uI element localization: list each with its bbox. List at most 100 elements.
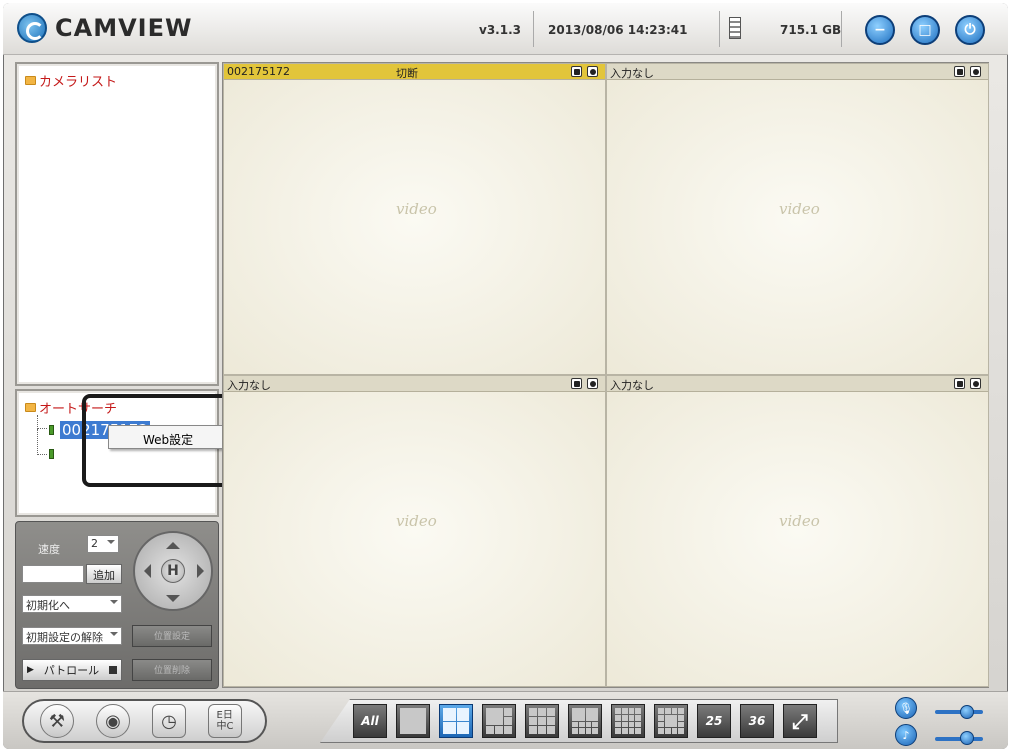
language-button[interactable]: E日 中C	[208, 704, 242, 738]
video-cell-titlebar: 入力なし	[607, 64, 988, 80]
stop-icon	[109, 666, 117, 674]
datetime-label: 2013/08/06 14:23:41	[548, 23, 688, 37]
home-button[interactable]: H	[161, 559, 185, 583]
snapshot-icon[interactable]	[954, 378, 965, 389]
layout-4-icon	[443, 708, 469, 734]
video-watermark: video	[779, 200, 820, 218]
ptz-direction-pad[interactable]: H	[133, 531, 213, 611]
divider	[533, 11, 534, 47]
video-grid: 002175172 切断 video 入力なし video 入力なし video…	[222, 62, 989, 688]
camview-logo-icon	[17, 13, 47, 43]
version-label: v3.1.3	[479, 23, 521, 37]
layout-25-button[interactable]: 25	[697, 704, 731, 738]
preset-reset-value: 初期設定の解除	[26, 631, 103, 644]
camera-device-icon	[49, 425, 54, 435]
arrow-left-icon[interactable]	[137, 564, 151, 578]
video-cell-name: 入力なし	[610, 67, 654, 80]
record-icon[interactable]	[970, 378, 981, 389]
tree-connector	[37, 415, 47, 429]
video-watermark: video	[779, 512, 820, 530]
disk-free-label: 715.1 GB	[780, 23, 842, 37]
power-button[interactable]: ⏻	[955, 15, 985, 45]
app-name: CAMVIEW	[55, 14, 193, 42]
layout-6-icon	[486, 708, 512, 734]
speed-select[interactable]: 2	[87, 535, 119, 553]
microphone-volume-slider[interactable]	[935, 710, 983, 714]
power-icon: ⏻	[964, 22, 976, 38]
folder-icon	[25, 76, 36, 85]
settings-button[interactable]: ⚒	[40, 704, 74, 738]
video-watermark: video	[396, 512, 437, 530]
speed-label: 速度	[38, 543, 60, 556]
set-position-button[interactable]: 位置設定	[132, 625, 212, 647]
layout-all-button[interactable]: All	[353, 704, 387, 738]
play-icon: ▶	[27, 665, 34, 675]
layout-10-icon	[572, 708, 598, 734]
snapshot-icon[interactable]	[571, 378, 582, 389]
arrow-right-icon[interactable]	[197, 564, 211, 578]
playback-button[interactable]: ◉	[96, 704, 130, 738]
tools-icon: ⚒	[48, 710, 66, 732]
arrow-up-icon[interactable]	[166, 535, 180, 549]
preset-reset-select[interactable]: 初期設定の解除	[22, 627, 122, 645]
snapshot-icon[interactable]	[571, 66, 582, 77]
layout-13-button[interactable]	[654, 704, 688, 738]
layout-13-icon	[658, 708, 684, 734]
delete-position-button[interactable]: 位置削除	[132, 659, 212, 681]
disk-storage-icon	[729, 17, 741, 39]
camera-list-title[interactable]: カメラリスト	[25, 71, 117, 90]
minimize-button[interactable]: −	[865, 15, 895, 45]
video-cell[interactable]: 002175172 切断 video	[223, 63, 606, 375]
record-icon[interactable]	[970, 66, 981, 77]
app-logo: CAMVIEW	[17, 13, 192, 43]
speaker-icon[interactable]: ♪	[895, 724, 917, 746]
add-preset-button[interactable]: 追加	[86, 564, 122, 584]
record-icon[interactable]	[587, 66, 598, 77]
patrol-button[interactable]: ▶ パトロール	[22, 659, 122, 681]
video-cell[interactable]: 入力なし video	[606, 63, 989, 375]
video-cell-name: 入力なし	[227, 379, 271, 392]
chevron-down-icon	[110, 632, 118, 640]
patrol-label: パトロール	[43, 664, 100, 677]
camera-list-panel: カメラリスト	[15, 62, 219, 386]
tree-item-camera[interactable]	[49, 449, 54, 459]
video-cell-name: 入力なし	[610, 379, 654, 392]
layout-4-button[interactable]	[439, 704, 473, 738]
layout-1-icon	[400, 708, 426, 734]
fullscreen-icon: ⤢	[792, 709, 808, 733]
video-cell-status: 切断	[396, 67, 418, 80]
playback-icon: ◉	[105, 710, 121, 732]
layout-36-button[interactable]: 36	[740, 704, 774, 738]
snapshot-icon[interactable]	[954, 66, 965, 77]
record-icon[interactable]	[587, 378, 598, 389]
minimize-icon: −	[874, 22, 886, 38]
layout-1-button[interactable]	[396, 704, 430, 738]
preset-name-input[interactable]	[22, 565, 84, 583]
video-cell[interactable]: 入力なし video	[223, 375, 606, 687]
layout-10-button[interactable]	[568, 704, 602, 738]
arrow-down-icon[interactable]	[166, 595, 180, 609]
all-layout-icon: All	[361, 714, 379, 728]
preset-select-value: 初期化へ	[26, 599, 70, 612]
microphone-icon[interactable]: 🎙	[895, 697, 917, 719]
microphone-slider-knob[interactable]	[960, 705, 974, 719]
preset-select[interactable]: 初期化へ	[22, 595, 122, 613]
schedule-button[interactable]: ◷	[152, 704, 186, 738]
speaker-slider-knob[interactable]	[960, 731, 974, 745]
layout-36-icon: 36	[748, 714, 766, 728]
layout-25-icon: 25	[705, 714, 723, 728]
layout-16-button[interactable]	[611, 704, 645, 738]
video-cell-titlebar: 入力なし	[224, 376, 605, 392]
layout-6-button[interactable]	[482, 704, 516, 738]
layout-9-button[interactable]	[525, 704, 559, 738]
video-watermark: video	[396, 200, 437, 218]
maximize-icon: □	[918, 22, 932, 38]
camera-device-icon	[49, 449, 54, 459]
video-cell-titlebar: 入力なし	[607, 376, 988, 392]
fullscreen-button[interactable]: ⤢	[783, 704, 817, 738]
video-cell-name: 002175172	[227, 65, 290, 78]
video-cell[interactable]: 入力なし video	[606, 375, 989, 687]
chevron-down-icon	[107, 540, 115, 548]
speaker-volume-slider[interactable]	[935, 737, 983, 741]
maximize-button[interactable]: □	[910, 15, 940, 45]
